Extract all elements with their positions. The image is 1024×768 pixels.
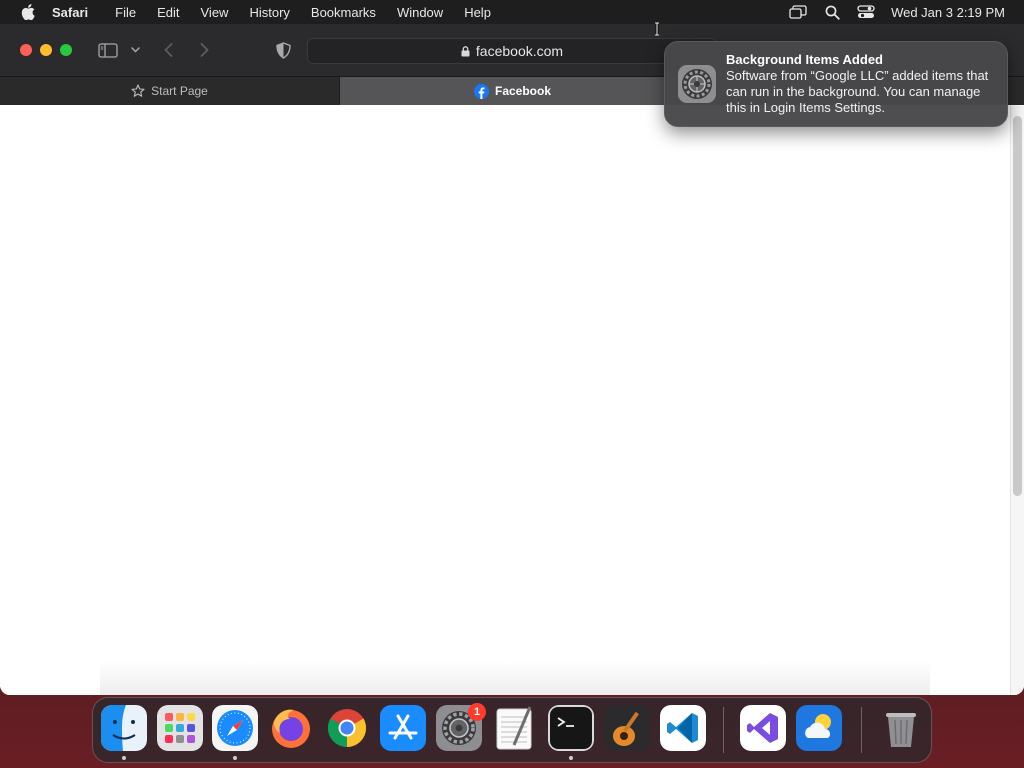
dock-separator bbox=[861, 707, 862, 753]
tab-start-page[interactable]: Start Page bbox=[0, 77, 340, 105]
system-settings-badge: 1 bbox=[468, 703, 486, 721]
web-content[interactable] bbox=[0, 106, 1024, 695]
menu-app-safari[interactable]: Safari bbox=[52, 5, 88, 20]
back-arrow-icon[interactable] bbox=[161, 42, 175, 58]
sidebar-toggle-icon[interactable] bbox=[97, 41, 119, 59]
dock-app-store-icon[interactable] bbox=[380, 705, 426, 751]
menu-bar: Safari File Edit View History Bookmarks … bbox=[0, 0, 1024, 24]
dock-launchpad-icon[interactable] bbox=[157, 705, 203, 751]
minimize-window-button[interactable] bbox=[40, 44, 52, 56]
finder-running-indicator bbox=[122, 756, 126, 760]
dock-terminal-icon[interactable] bbox=[548, 705, 594, 751]
scrollbar-thumb[interactable] bbox=[1013, 116, 1022, 496]
tab-label: Facebook bbox=[494, 84, 551, 98]
dock-garageband-icon[interactable] bbox=[604, 705, 650, 751]
fullscreen-window-button[interactable] bbox=[60, 44, 72, 56]
menu-bookmarks[interactable]: Bookmarks bbox=[311, 5, 376, 20]
chevron-down-icon[interactable] bbox=[129, 44, 141, 56]
menu-history[interactable]: History bbox=[249, 5, 289, 20]
menu-clock[interactable]: Wed Jan 3 2:19 PM bbox=[891, 5, 1005, 20]
spotlight-search-icon[interactable] bbox=[821, 3, 843, 21]
dock-vscode-icon[interactable] bbox=[660, 705, 706, 751]
address-text: facebook.com bbox=[475, 43, 564, 59]
close-window-button[interactable] bbox=[20, 44, 32, 56]
star-icon bbox=[131, 84, 145, 98]
forward-arrow-icon[interactable] bbox=[197, 42, 211, 58]
terminal-running-indicator bbox=[569, 756, 573, 760]
menu-view[interactable]: View bbox=[201, 5, 229, 20]
facebook-icon bbox=[473, 83, 489, 99]
menu-file[interactable]: File bbox=[115, 5, 136, 20]
dock-shadow bbox=[100, 661, 930, 695]
dock-separator bbox=[723, 707, 724, 753]
notification-body: Software from “Google LLC” added items t… bbox=[726, 68, 989, 115]
menu-edit[interactable]: Edit bbox=[157, 5, 179, 20]
dock-weather-icon[interactable] bbox=[796, 705, 842, 751]
menu-help[interactable]: Help bbox=[464, 5, 491, 20]
screen-mirroring-icon[interactable] bbox=[787, 3, 809, 21]
background-items-notification[interactable]: Background Items Added Software from “Go… bbox=[664, 41, 1008, 127]
menu-window[interactable]: Window bbox=[397, 5, 443, 20]
system-settings-icon bbox=[677, 64, 717, 104]
dock-finder-icon[interactable] bbox=[101, 705, 147, 751]
dock-safari-icon[interactable] bbox=[212, 705, 258, 751]
address-bar[interactable]: facebook.com bbox=[307, 38, 717, 64]
privacy-shield-icon[interactable] bbox=[274, 41, 292, 60]
control-center-icon[interactable] bbox=[855, 3, 877, 21]
dock-firefox-icon[interactable] bbox=[268, 705, 314, 751]
notification-title: Background Items Added bbox=[726, 52, 883, 67]
safari-running-indicator bbox=[233, 756, 237, 760]
dock-chrome-icon[interactable] bbox=[324, 705, 370, 751]
dock-trash-icon[interactable] bbox=[878, 705, 924, 751]
mouse-cursor-icon bbox=[652, 21, 662, 37]
dock-visual-studio-icon[interactable] bbox=[740, 705, 786, 751]
tab-label: Start Page bbox=[151, 84, 208, 98]
apple-menu-icon[interactable] bbox=[18, 2, 38, 22]
lock-icon bbox=[461, 45, 470, 57]
dock-textedit-icon[interactable] bbox=[492, 705, 538, 751]
tab-facebook[interactable]: Facebook bbox=[340, 77, 685, 105]
